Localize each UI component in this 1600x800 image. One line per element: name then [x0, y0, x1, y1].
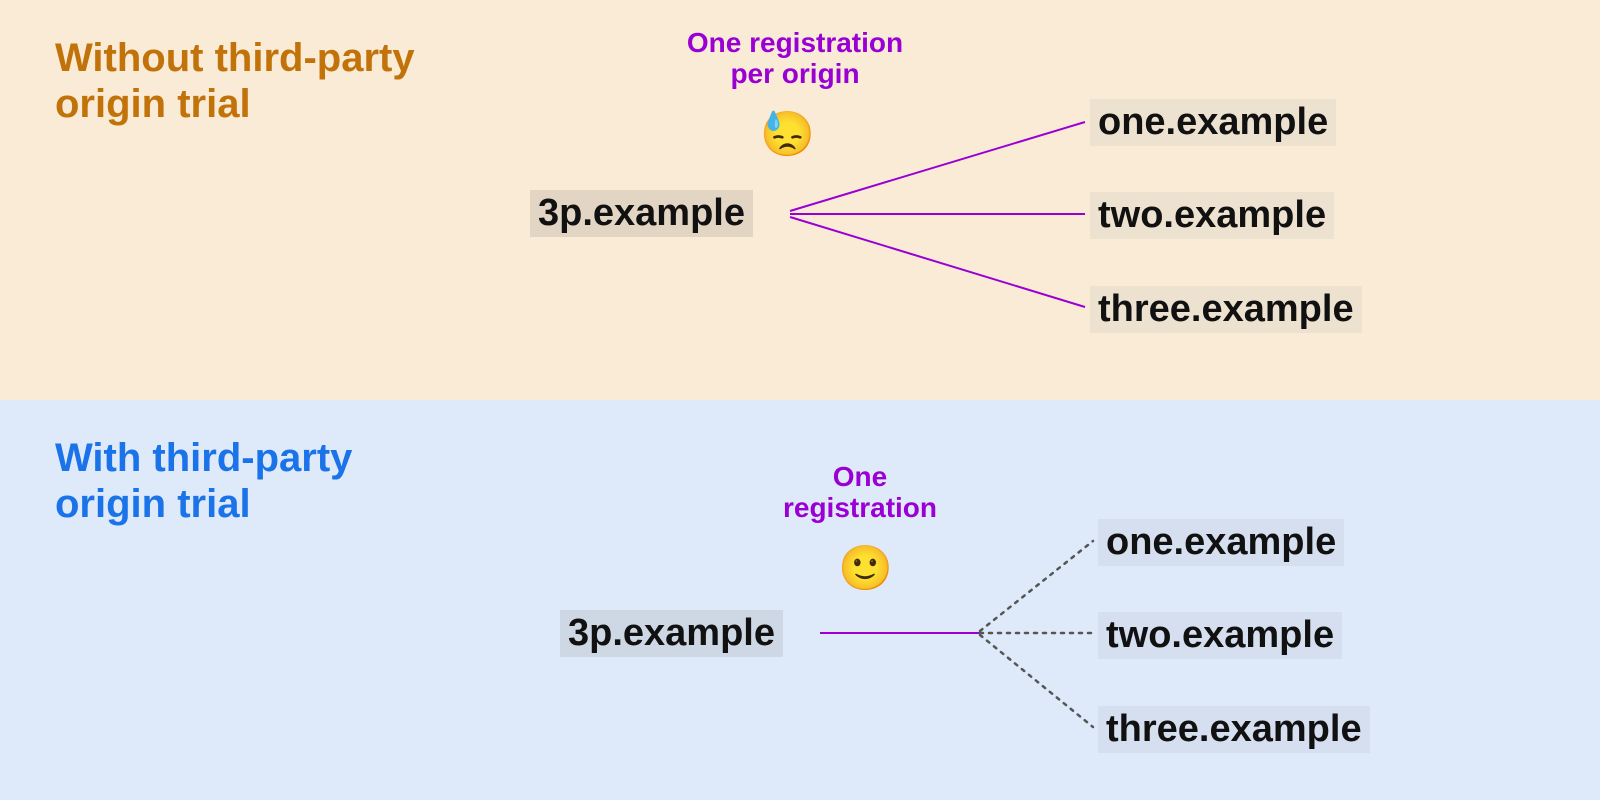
title-line2: origin trial [55, 482, 251, 526]
note-line2: per origin [730, 58, 859, 89]
source-origin-top: 3p.example [530, 190, 753, 237]
note-single-registration: One registration [760, 462, 960, 524]
target-origin-3-top: three.example [1090, 286, 1362, 333]
note-multi-registration: One registration per origin [650, 28, 940, 90]
target-origin-2-top: two.example [1090, 192, 1334, 239]
title-with: With third-party origin trial [55, 435, 352, 527]
title-line1: With third-party [55, 436, 352, 480]
target-origin-1-bottom: one.example [1098, 519, 1344, 566]
sad-sweat-icon: 😓 [760, 108, 815, 160]
source-origin-bottom: 3p.example [560, 610, 783, 657]
note-line1: One registration [687, 27, 903, 58]
note-line2: registration [783, 492, 937, 523]
panel-without-trial: Without third-party origin trial One reg… [0, 0, 1600, 400]
panel-with-trial: With third-party origin trial One regist… [0, 400, 1600, 800]
title-line2: origin trial [55, 82, 251, 126]
note-line1: One [833, 461, 887, 492]
title-line1: Without third-party [55, 36, 415, 80]
title-without: Without third-party origin trial [55, 35, 415, 127]
target-origin-3-bottom: three.example [1098, 706, 1370, 753]
smile-icon: 🙂 [838, 542, 893, 594]
target-origin-2-bottom: two.example [1098, 612, 1342, 659]
target-origin-1-top: one.example [1090, 99, 1336, 146]
